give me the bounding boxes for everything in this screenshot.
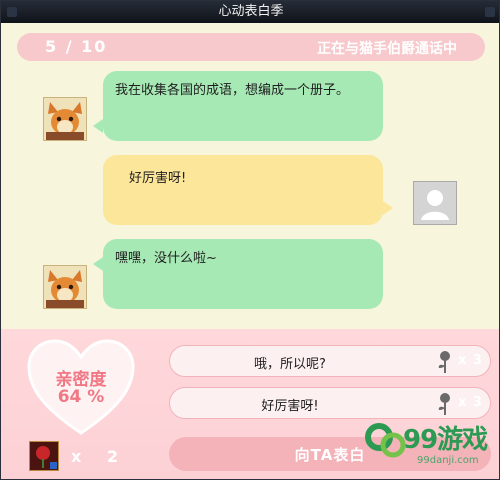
- dialog-window: 心动表白季 5 / 10 正在与猫手伯爵通话中 我在收集各国的成语，想编成一个册…: [0, 0, 500, 480]
- reply-option-1[interactable]: 哦，所以呢? x 3: [169, 345, 491, 377]
- reply-option-label: 哦，所以呢?: [254, 357, 326, 372]
- conversation-counter: 5 / 10: [45, 37, 108, 56]
- window-title: 心动表白季: [218, 4, 284, 19]
- title-bar: 心动表白季: [1, 1, 499, 23]
- bubble-tail: [383, 201, 393, 215]
- message-text: 我在收集各国的成语，想编成一个册子。: [115, 83, 350, 98]
- message-text: 好厉害呀!: [129, 171, 187, 186]
- npc-avatar: [43, 265, 87, 309]
- bubble-tail: [93, 119, 103, 133]
- player-avatar: [413, 181, 457, 225]
- rose-item-icon[interactable]: [29, 441, 59, 471]
- watermark-text: 99游戏: [403, 425, 488, 455]
- title-bar-left-decoration: [7, 7, 17, 17]
- title-bar-right-decoration: [485, 7, 495, 17]
- chat-bubble-player: 好厉害呀!: [103, 155, 383, 225]
- watermark-icon: [365, 423, 406, 458]
- bubble-tail: [93, 257, 103, 271]
- rose-item-count: x 2: [71, 447, 129, 466]
- reply-option-cost: x 3: [458, 353, 483, 368]
- watermark-subtext: 99danji.com: [417, 455, 479, 466]
- chat-header: 5 / 10 正在与猫手伯爵通话中: [17, 33, 485, 61]
- rose-icon: [438, 351, 450, 373]
- message-text: 嘿嘿，没什么啦~: [115, 251, 217, 266]
- reply-option-cost: x 3: [458, 395, 483, 410]
- rose-icon: [438, 393, 450, 415]
- chat-bubble-npc: 嘿嘿，没什么啦~: [103, 239, 383, 309]
- intimacy-value: 64 %: [57, 387, 105, 407]
- chat-bubble-npc: 我在收集各国的成语，想编成一个册子。: [103, 71, 383, 141]
- reply-option-label: 好厉害呀!: [261, 399, 319, 414]
- watermark-logo: 99游戏 99danji.com: [363, 415, 493, 477]
- npc-avatar: [43, 97, 87, 141]
- call-status: 正在与猫手伯爵通话中: [317, 41, 457, 57]
